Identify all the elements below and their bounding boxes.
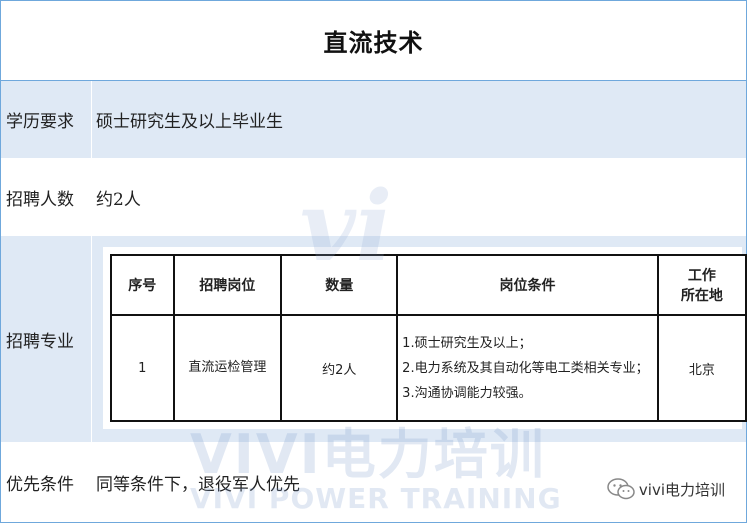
header-location-line2: 所在地 bbox=[680, 288, 723, 304]
headcount-value: 约2人 bbox=[96, 189, 141, 210]
header-seq: 序号 bbox=[110, 254, 175, 316]
cell-position: 直流运检管理 bbox=[172, 314, 283, 422]
wechat-icon bbox=[607, 478, 635, 500]
footer-brand-text: vivi电力培训 bbox=[638, 480, 725, 499]
education-label: 学历要求 bbox=[6, 112, 74, 132]
header-position: 招聘岗位 bbox=[172, 254, 283, 316]
header-location-line1: 工作 bbox=[687, 268, 716, 284]
position-table: 序号 招聘岗位 数量 岗位条件 工作 所在地 1 直流运检管理 约2人 1.硕士… bbox=[110, 254, 747, 422]
education-value: 硕士研究生及以上毕业生 bbox=[96, 112, 283, 132]
row-headcount: 招聘人数 约2人 bbox=[1, 158, 746, 236]
cell-location: 北京 bbox=[656, 314, 747, 422]
page-title: 直流技术 bbox=[323, 28, 424, 57]
row-education: 学历要求 硕士研究生及以上毕业生 bbox=[1, 81, 746, 158]
column-divider bbox=[91, 236, 92, 442]
footer-brand: vivi电力培训 bbox=[607, 478, 725, 500]
header-quantity: 数量 bbox=[280, 254, 399, 316]
header-conditions: 岗位条件 bbox=[396, 254, 659, 316]
condition-item: 2.电力系统及其自动化等电工类相关专业； bbox=[402, 360, 649, 376]
table-header-row: 序号 招聘岗位 数量 岗位条件 工作 所在地 bbox=[110, 254, 747, 316]
condition-item: 3.沟通协调能力较强。 bbox=[402, 385, 532, 401]
cell-conditions: 1.硕士研究生及以上； 2.电力系统及其自动化等电工类相关专业； 3.沟通协调能… bbox=[396, 314, 659, 422]
cell-seq: 1 bbox=[110, 314, 175, 422]
header-location: 工作 所在地 bbox=[656, 254, 747, 316]
major-label: 招聘专业 bbox=[6, 331, 74, 352]
cell-quantity: 约2人 bbox=[280, 314, 399, 422]
table-row: 1 直流运检管理 约2人 1.硕士研究生及以上； 2.电力系统及其自动化等电工类… bbox=[110, 314, 747, 422]
priority-value: 同等条件下，退役军人优先 bbox=[96, 474, 300, 495]
column-divider bbox=[91, 81, 92, 158]
condition-item: 1.硕士研究生及以上； bbox=[402, 335, 532, 351]
position-table-container: 序号 招聘岗位 数量 岗位条件 工作 所在地 1 直流运检管理 约2人 1.硕士… bbox=[103, 247, 747, 429]
title-row: 直流技术 bbox=[1, 1, 746, 81]
priority-label: 优先条件 bbox=[6, 474, 74, 495]
headcount-label: 招聘人数 bbox=[6, 189, 74, 210]
